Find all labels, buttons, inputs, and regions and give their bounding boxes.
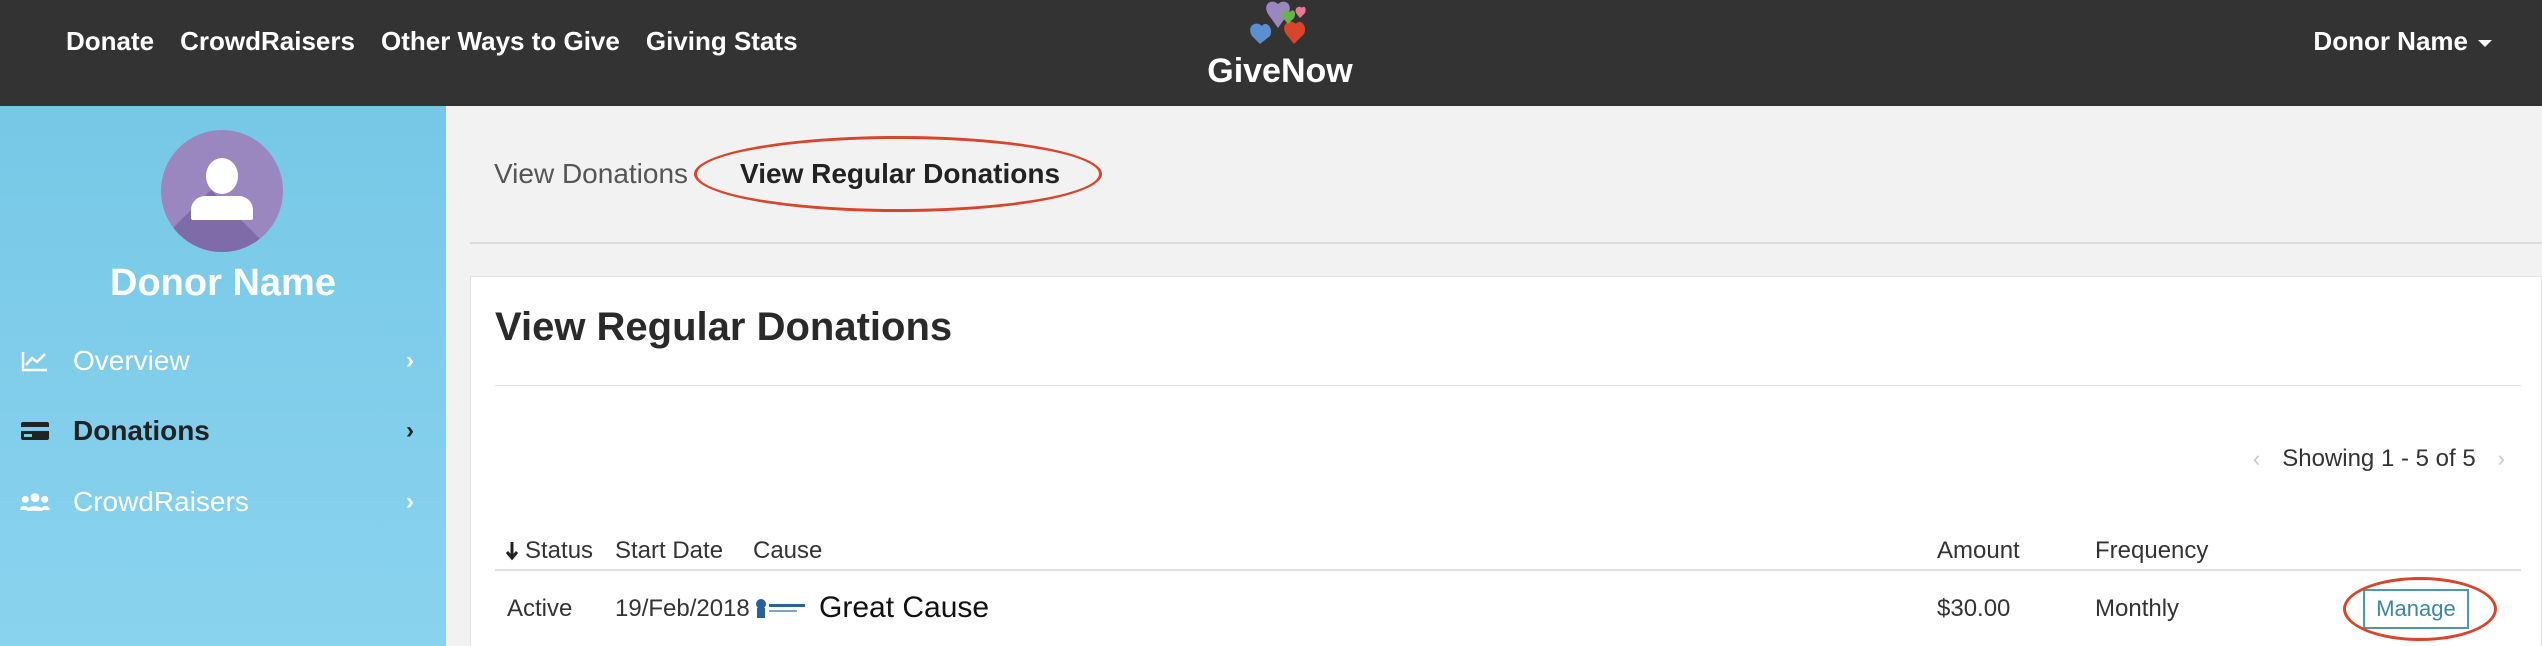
row-amount: $30.00: [1937, 595, 2011, 622]
row-frequency: Monthly: [2095, 595, 2180, 622]
table-row: Active 19/Feb/2018 Great Cause $30.00 Mo…: [495, 573, 2521, 645]
top-nav: Donate CrowdRaisers Other Ways to Give G…: [66, 26, 798, 57]
tabs-divider: [470, 242, 2542, 244]
sidebar-donor-name: Donor Name: [110, 262, 336, 304]
page-title: View Regular Donations: [495, 305, 953, 349]
column-start-date[interactable]: Start Date: [615, 537, 723, 565]
regular-donations-panel: View Regular Donations ‹ Showing 1 - 5 o…: [470, 276, 2542, 646]
sidebar-item-label: Overview: [73, 345, 190, 376]
column-amount[interactable]: Amount: [1937, 537, 2020, 565]
pagination: ‹ Showing 1 - 5 of 5 ›: [2253, 445, 2505, 473]
row-start-date: 19/Feb/2018: [615, 595, 750, 622]
title-divider: [495, 385, 2521, 386]
user-menu-label: Donor Name: [2313, 26, 2468, 56]
column-frequency[interactable]: Frequency: [2095, 537, 2208, 565]
nav-crowdraisers[interactable]: CrowdRaisers: [180, 26, 355, 57]
nav-other-ways-to-give[interactable]: Other Ways to Give: [381, 26, 620, 57]
highlight-circle-manage: [2343, 577, 2497, 641]
chevron-right-icon: ›: [406, 347, 414, 374]
givenow-logo[interactable]: GiveNow: [1200, 0, 1360, 100]
sidebar-item-overview[interactable]: Overview ›: [0, 336, 446, 386]
sidebar-item-donations[interactable]: Donations ›: [0, 406, 446, 456]
cause-name: Great Cause: [819, 591, 990, 624]
column-status[interactable]: Status: [505, 537, 593, 565]
avatar: [161, 130, 283, 252]
chevron-left-icon[interactable]: ‹: [2253, 446, 2260, 472]
sidebar-item-label: Donations: [73, 415, 210, 446]
chevron-right-icon: ›: [406, 417, 414, 444]
main-content: View Donations View Regular Donations Vi…: [446, 106, 2542, 646]
arrow-down-icon: [505, 542, 519, 561]
sidebar-item-crowdraisers[interactable]: CrowdRaisers ›: [0, 477, 446, 527]
credit-card-icon: [20, 416, 50, 446]
users-icon: [20, 487, 50, 517]
chevron-right-icon[interactable]: ›: [2498, 446, 2505, 472]
column-status-label: Status: [525, 537, 594, 564]
nav-giving-stats[interactable]: Giving Stats: [646, 26, 798, 57]
chevron-right-icon: ›: [406, 488, 414, 515]
tab-view-donations[interactable]: View Donations: [494, 158, 688, 190]
table-header: Status Start Date Cause Amount Frequency: [495, 531, 2521, 571]
logo-text: GiveNow: [1207, 52, 1353, 90]
chart-line-icon: [20, 346, 50, 376]
pagination-text: Showing 1 - 5 of 5: [2282, 445, 2476, 472]
column-cause[interactable]: Cause: [753, 537, 822, 565]
user-menu[interactable]: Donor Name: [2313, 26, 2492, 57]
sidebar: Donor Name Overview › Donations › CrowdR…: [0, 106, 446, 646]
top-navbar: Donate CrowdRaisers Other Ways to Give G…: [0, 0, 2542, 106]
sidebar-item-label: CrowdRaisers: [73, 486, 249, 517]
nav-donate[interactable]: Donate: [66, 26, 154, 57]
cause-logo-icon: [753, 596, 809, 620]
highlight-circle-tab: [694, 136, 1102, 212]
caret-down-icon: [2478, 40, 2492, 47]
row-cause[interactable]: Great Cause: [753, 591, 989, 625]
hearts-logo-icon: [1250, 1, 1306, 44]
row-status: Active: [507, 595, 573, 622]
